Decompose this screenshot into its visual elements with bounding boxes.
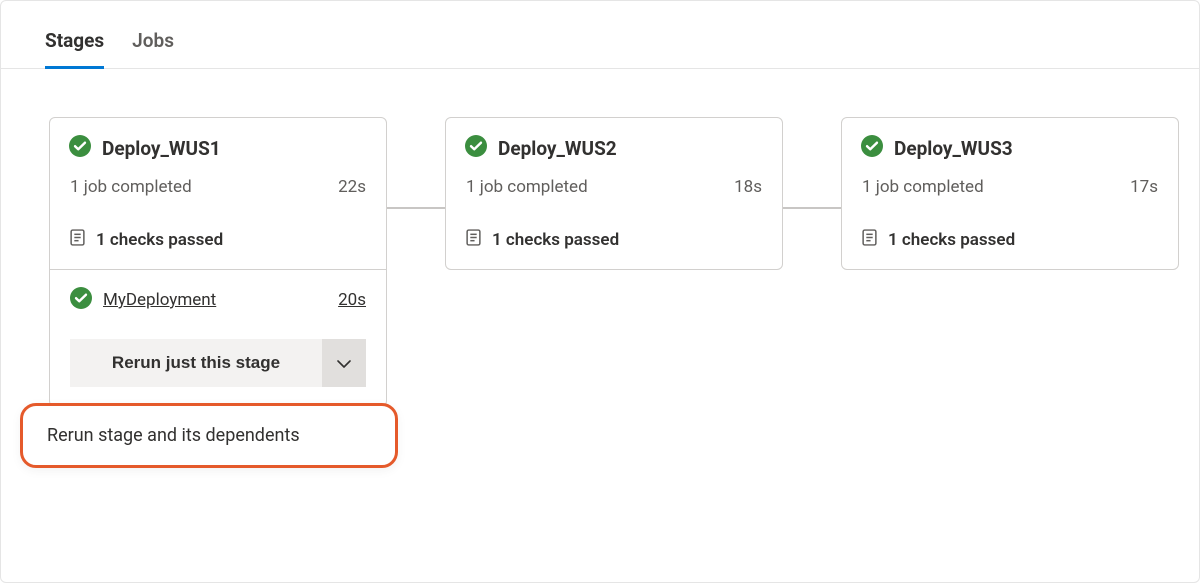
stage-status-text: 1 job completed <box>862 177 984 197</box>
rerun-button-group: Rerun just this stage <box>70 339 366 387</box>
stage-status-text: 1 job completed <box>70 177 192 197</box>
checklist-icon <box>862 229 877 251</box>
stage-card[interactable]: Deploy_WUS1 1 job completed 22s 1 checks… <box>49 117 387 407</box>
success-icon <box>69 135 91 161</box>
stage-duration: 17s <box>1130 177 1158 197</box>
checklist-icon <box>466 229 481 251</box>
stage-connector <box>387 207 445 209</box>
stage-status-text: 1 job completed <box>466 177 588 197</box>
tab-jobs[interactable]: Jobs <box>132 29 174 69</box>
job-row[interactable]: MyDeployment 20s <box>70 287 366 313</box>
success-icon <box>861 135 883 161</box>
checklist-icon <box>70 229 85 251</box>
stage-checks-text: 1 checks passed <box>96 230 223 250</box>
stage-title: Deploy_WUS3 <box>894 137 1013 160</box>
tab-stages[interactable]: Stages <box>45 29 104 69</box>
job-name-link[interactable]: MyDeployment <box>103 290 327 310</box>
pipeline-area: Deploy_WUS1 1 job completed 22s 1 checks… <box>1 69 1199 407</box>
stage-duration: 22s <box>338 177 366 197</box>
success-icon <box>465 135 487 161</box>
success-icon <box>70 287 92 313</box>
stage-card[interactable]: Deploy_WUS2 1 job completed 18s 1 checks… <box>445 117 783 270</box>
tabs-bar: Stages Jobs <box>1 1 1199 69</box>
stages-row: Deploy_WUS1 1 job completed 22s 1 checks… <box>49 117 1155 407</box>
chevron-down-icon <box>337 356 351 371</box>
rerun-stage-button[interactable]: Rerun just this stage <box>70 339 322 387</box>
rerun-dropdown-toggle[interactable] <box>322 339 366 387</box>
stage-title: Deploy_WUS2 <box>498 137 617 160</box>
stage-duration: 18s <box>734 177 762 197</box>
stage-checks-text: 1 checks passed <box>492 230 619 250</box>
job-duration-link[interactable]: 20s <box>338 290 366 310</box>
stage-card[interactable]: Deploy_WUS3 1 job completed 17s 1 checks… <box>841 117 1179 270</box>
stage-title: Deploy_WUS1 <box>102 137 221 160</box>
stage-connector <box>783 207 841 209</box>
stage-checks-text: 1 checks passed <box>888 230 1015 250</box>
rerun-dropdown-menu-item[interactable]: Rerun stage and its dependents <box>20 403 398 468</box>
